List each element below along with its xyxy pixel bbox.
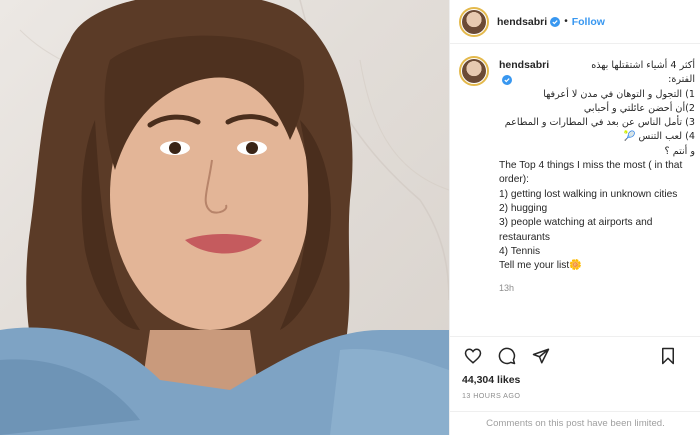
caption-text-en-line: 4) Tennis [499, 245, 541, 257]
post-sidebar: hendsabri • Follow hendsabri أكثر 4 أشيا… [449, 0, 700, 435]
caption-text-en-line: 3) people watching at airports and resta… [499, 217, 653, 243]
caption-text-en-line: The Top 4 things I miss the most ( in th… [499, 160, 683, 186]
caption-text-ar-line: و أنتم ؟ [664, 145, 695, 157]
bookmark-icon [662, 347, 674, 365]
instagram-post: hendsabri • Follow hendsabri أكثر 4 أشيا… [0, 0, 700, 435]
share-button[interactable] [530, 345, 552, 367]
heart-icon [464, 347, 482, 364]
likes-count[interactable]: 44,304 likes [462, 374, 520, 386]
avatar[interactable] [459, 6, 489, 37]
action-bar [450, 336, 700, 374]
like-button[interactable] [462, 345, 484, 367]
caption-timestamp[interactable]: 13h [499, 281, 695, 295]
comments-limited-notice: Comments on this post have been limited. [450, 411, 700, 435]
selfie-image [0, 0, 449, 435]
separator-dot: • [564, 16, 568, 27]
share-icon [532, 348, 550, 363]
caption-text-ar-line: أكثر 4 أشياء اشتقتلها بهذه الفترة: [591, 59, 695, 85]
caption-header: hendsabri أكثر 4 أشياء اشتقتلها بهذه الف… [499, 58, 695, 88]
caption-text-ar-line: 3) تأمل الناس عن بعد في المطارات و المطا… [504, 117, 695, 129]
caption-text-en-line: 1) getting lost walking in unknown citie… [499, 188, 678, 200]
caption-text-ar-line: 2)أن أحضن عائلتي و أحبابي [583, 102, 695, 114]
post-timestamp[interactable]: 13 HOURS AGO [462, 391, 520, 400]
avatar-image [462, 59, 486, 83]
follow-button[interactable]: Follow [572, 16, 605, 28]
post-header: hendsabri • Follow [450, 0, 700, 44]
caption-username-link[interactable]: hendsabri [499, 59, 549, 71]
avatar-image [462, 9, 486, 34]
avatar[interactable] [459, 56, 489, 86]
comment-icon [498, 347, 516, 364]
username-link[interactable]: hendsabri [497, 16, 547, 28]
caption-body: hendsabri أكثر 4 أشياء اشتقتلها بهذه الف… [499, 58, 695, 296]
save-button[interactable] [657, 345, 679, 367]
caption: hendsabri أكثر 4 أشياء اشتقتلها بهذه الف… [459, 56, 695, 326]
verified-badge-icon [550, 16, 561, 27]
caption-text-en-line: Tell me your list🌼 [499, 260, 582, 272]
verified-badge-icon [502, 74, 512, 85]
caption-text-ar-line: 1) التجول و التوهان في مدن لا أعرفها [543, 88, 695, 100]
caption-text-en-line: 2) hugging [499, 202, 548, 214]
caption-text-ar-line: 4) لعب التنس 🎾 [623, 131, 695, 143]
comment-button[interactable] [496, 345, 518, 367]
post-photo[interactable] [0, 0, 449, 435]
